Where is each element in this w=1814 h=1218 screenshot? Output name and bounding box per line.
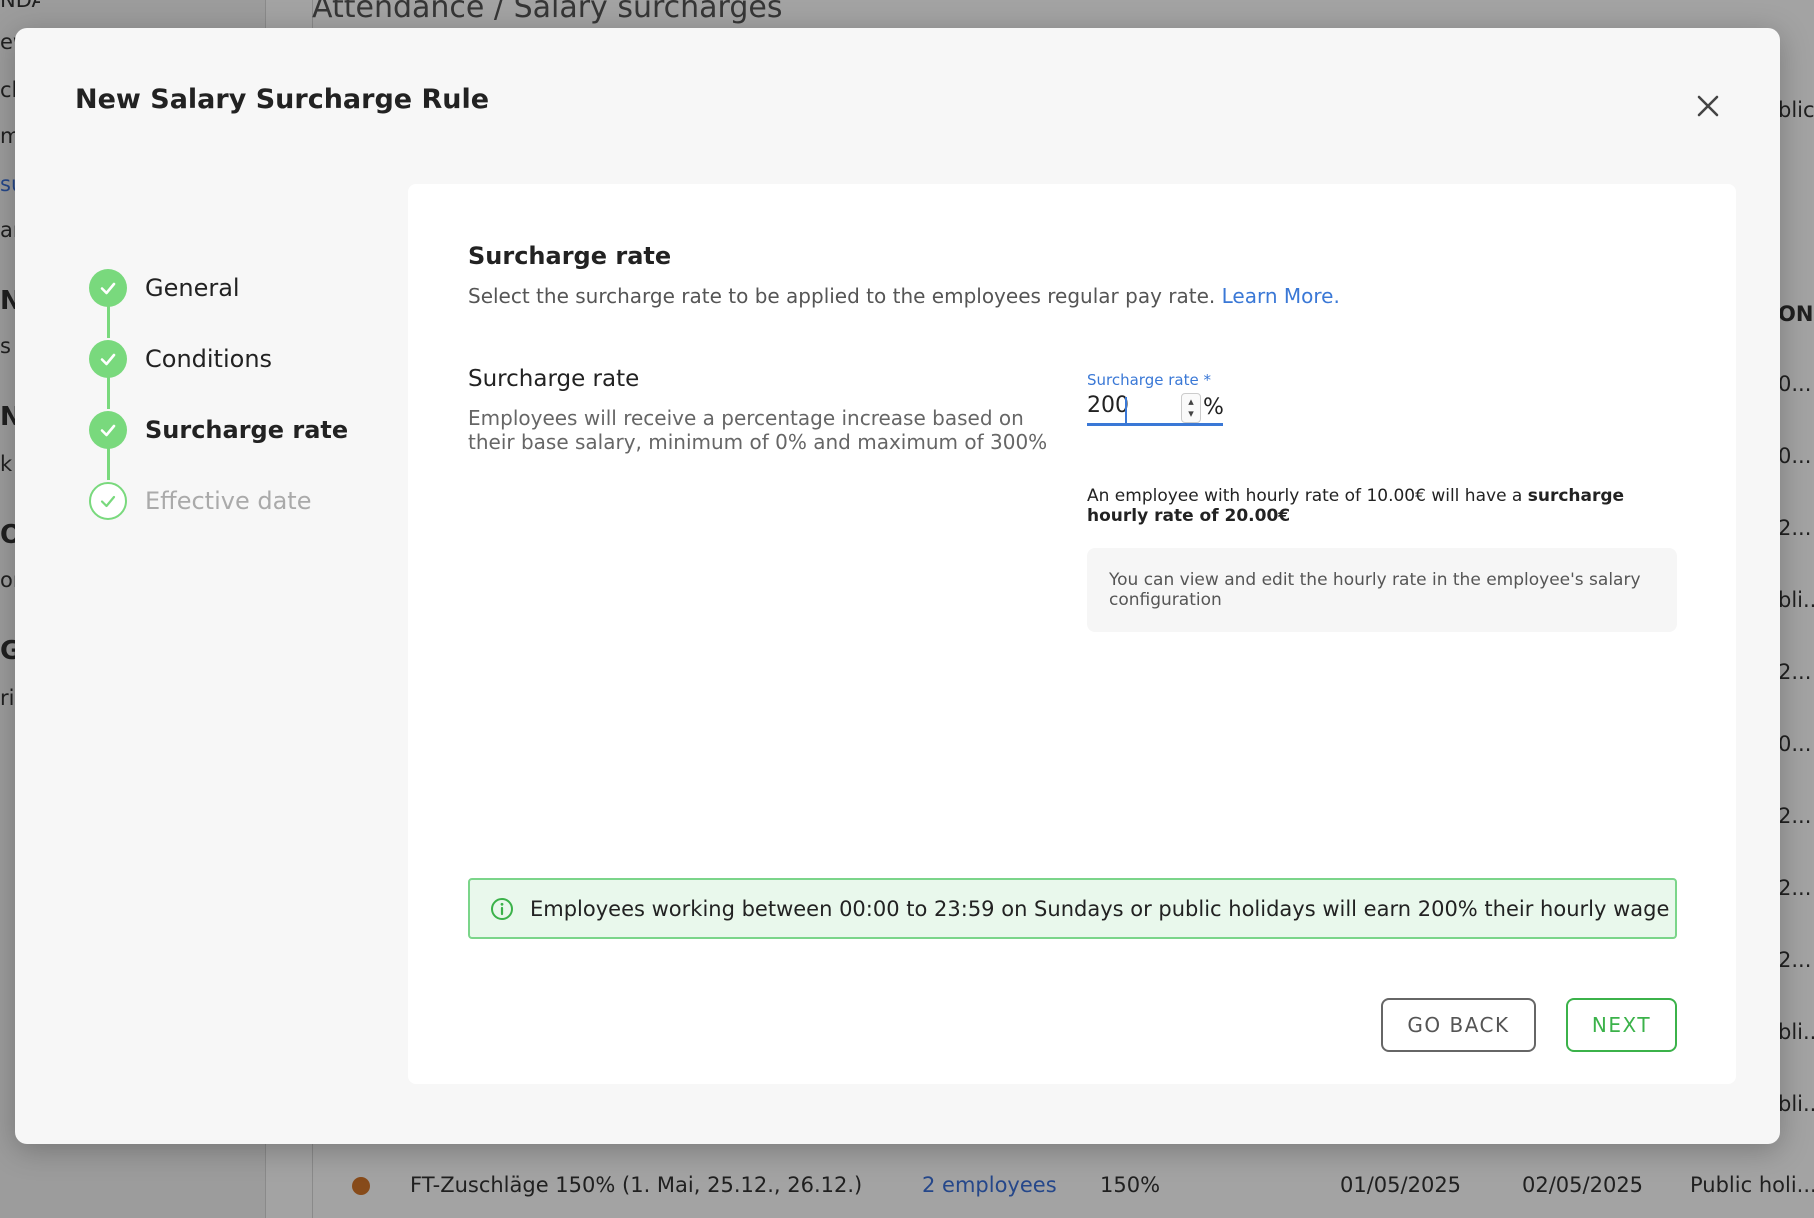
check-icon: [89, 482, 127, 520]
text-caret: [1125, 397, 1127, 423]
step-general[interactable]: General: [89, 268, 240, 308]
section-description: Select the surcharge rate to be applied …: [468, 284, 1340, 308]
rate-example-hint: An employee with hourly rate of 10.00€ w…: [1087, 486, 1647, 526]
summary-banner: Employees working between 00:00 to 23:59…: [468, 878, 1677, 939]
field-description: Employees will receive a percentage incr…: [468, 406, 1048, 454]
step-connector: [107, 306, 110, 338]
field-title: Surcharge rate: [468, 366, 640, 392]
input-underline: [1087, 423, 1223, 426]
input-value[interactable]: 200: [1087, 393, 1129, 418]
close-icon: [1697, 95, 1719, 117]
step-content-card: Surcharge rate Select the surcharge rate…: [408, 184, 1736, 1084]
step-effective-date[interactable]: Effective date: [89, 481, 311, 521]
step-connector: [107, 377, 110, 409]
learn-more-link[interactable]: Learn More.: [1222, 284, 1340, 308]
check-icon: [89, 269, 127, 307]
step-surcharge-rate[interactable]: Surcharge rate: [89, 410, 348, 450]
hint-text: An employee with hourly rate of 10.00€ w…: [1087, 486, 1528, 506]
input-unit: %: [1203, 395, 1224, 420]
info-circle-icon: [491, 897, 513, 920]
number-stepper[interactable]: ▴ ▾: [1181, 393, 1201, 423]
banner-text: Employees working between 00:00 to 23:59…: [530, 896, 1670, 921]
chevron-down-icon[interactable]: ▾: [1188, 408, 1194, 420]
check-icon: [89, 340, 127, 378]
modal-title: New Salary Surcharge Rule: [75, 84, 490, 115]
next-button[interactable]: NEXT: [1566, 998, 1677, 1052]
step-label: General: [145, 274, 240, 302]
section-description-text: Select the surcharge rate to be applied …: [468, 284, 1216, 308]
section-title: Surcharge rate: [468, 242, 672, 270]
step-conditions[interactable]: Conditions: [89, 339, 272, 379]
input-label: Surcharge rate *: [1087, 371, 1211, 389]
surcharge-rule-modal: New Salary Surcharge Rule General Condit…: [15, 28, 1780, 1144]
check-icon: [89, 411, 127, 449]
surcharge-rate-input[interactable]: Surcharge rate * 200 ▴ ▾ %: [1087, 371, 1224, 441]
go-back-button[interactable]: GO BACK: [1381, 998, 1536, 1052]
step-label: Conditions: [145, 345, 273, 373]
step-label: Effective date: [145, 487, 312, 515]
step-label: Surcharge rate: [145, 416, 349, 444]
step-connector: [107, 448, 110, 480]
close-button[interactable]: [1690, 88, 1726, 124]
hourly-rate-info-box: You can view and edit the hourly rate in…: [1087, 548, 1677, 632]
